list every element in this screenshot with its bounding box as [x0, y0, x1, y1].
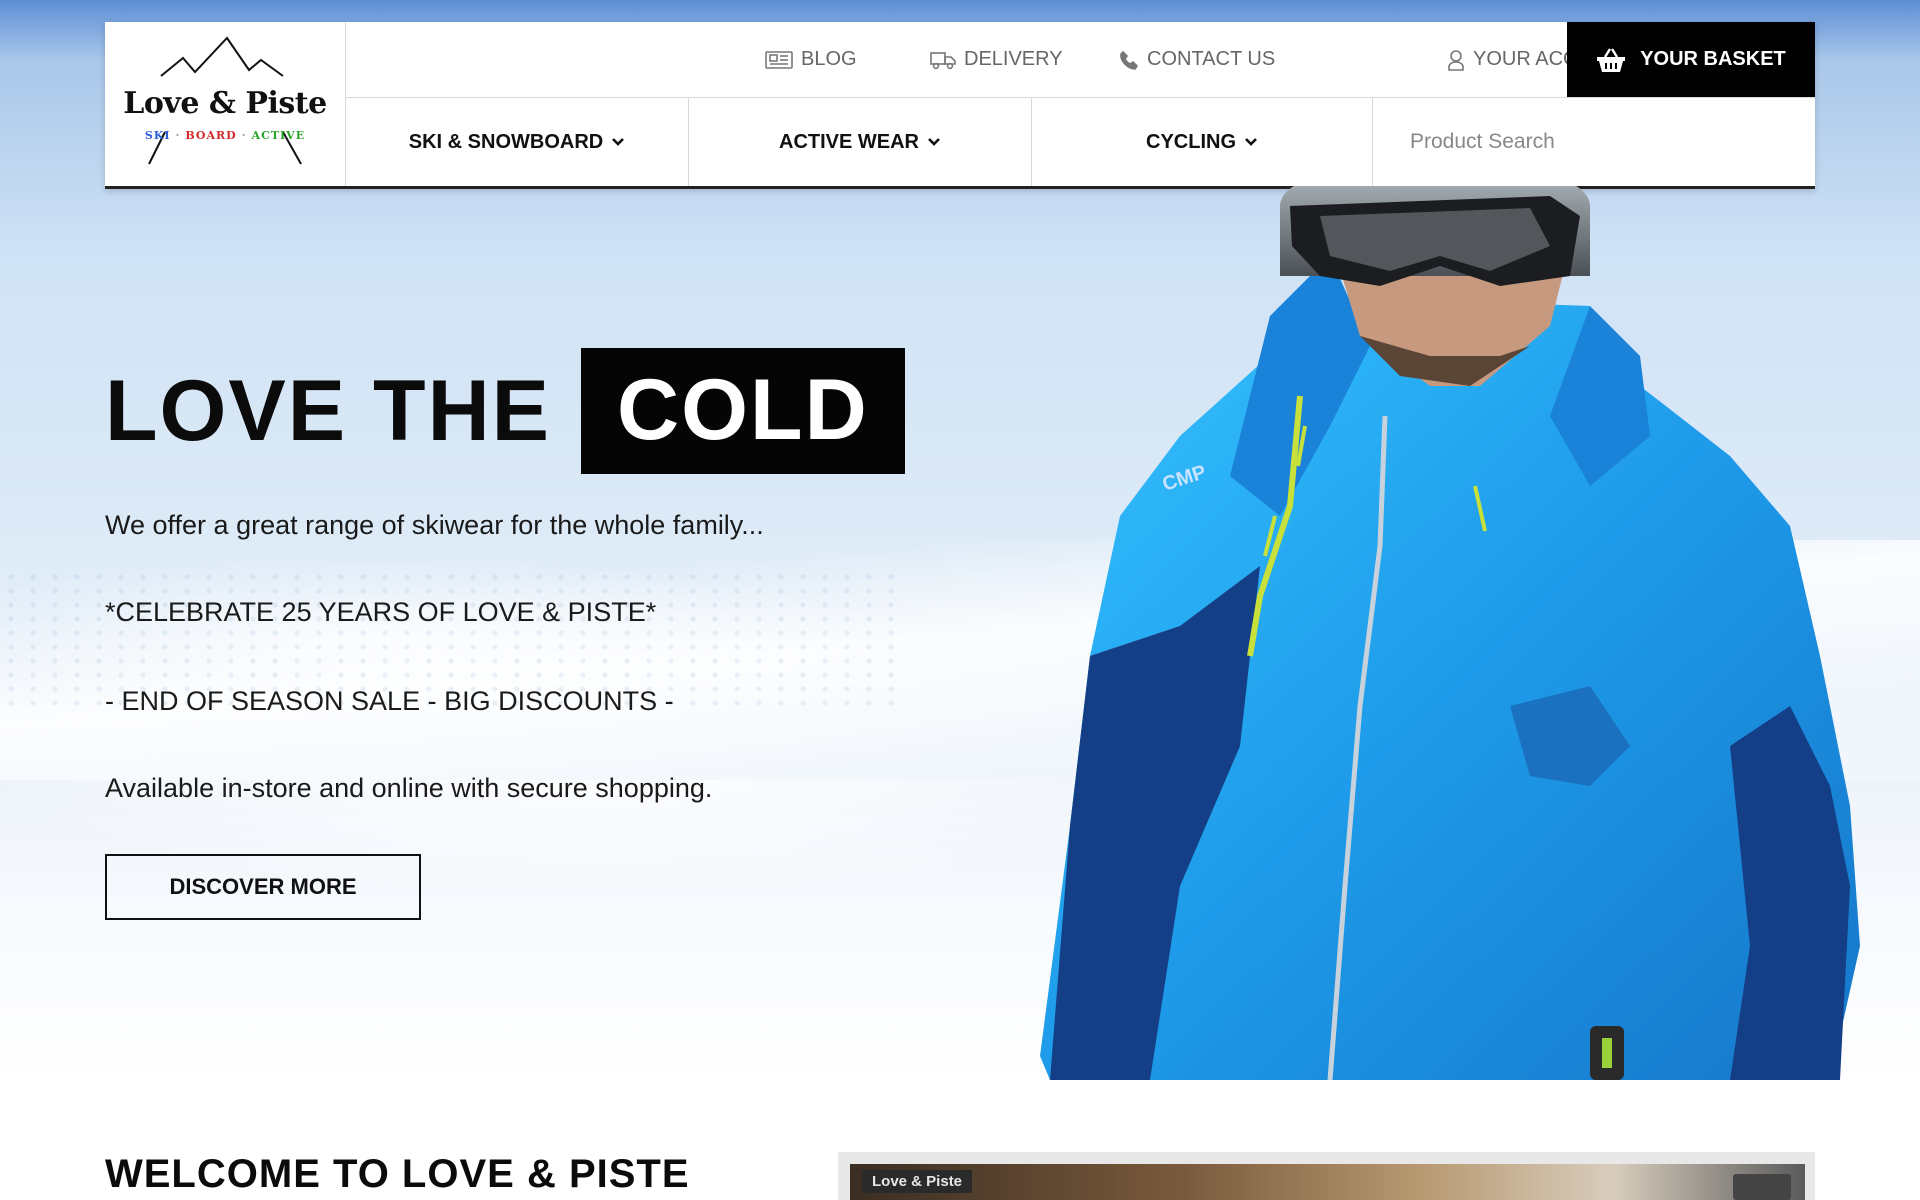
basket-label: YOUR BASKET: [1640, 48, 1786, 70]
blog-label: BLOG: [801, 48, 857, 70]
delivery-link[interactable]: DELIVERY: [930, 22, 1063, 97]
search-input[interactable]: [1392, 129, 1792, 155]
logo-tag-ski: SKI: [144, 129, 171, 142]
nav-active-wear[interactable]: ACTIVE WEAR: [689, 98, 1032, 186]
blog-link[interactable]: BLOG: [765, 22, 857, 97]
phone-icon: [1120, 50, 1139, 70]
contact-label: CONTACT US: [1147, 48, 1276, 70]
headline-boxed: COLD: [581, 348, 905, 474]
logo-tag-board: BOARD: [185, 129, 237, 142]
nav-label: ACTIVE WEAR: [779, 130, 919, 153]
chevron-down-icon: [928, 138, 940, 146]
hero-tagline: We offer a great range of skiwear for th…: [105, 510, 764, 540]
site-header: Love & Piste SKI · BOARD · ACTIVE BLOG DELIV…: [105, 22, 1815, 189]
discover-more-button[interactable]: DISCOVER MORE: [105, 854, 421, 920]
utility-bar: BLOG DELIVERY CONTACT US YOUR ACCOUNT YO…: [346, 22, 1815, 98]
hero-anniversary: *CELEBRATE 25 YEARS OF LOVE & PISTE*: [105, 597, 657, 627]
main-nav: SKI & SNOWBOARD ACTIVE WEAR CYCLING: [346, 98, 1815, 186]
logo-name: Love & Piste: [123, 86, 327, 121]
newspaper-icon: [765, 50, 793, 69]
nav-ski-snowboard[interactable]: SKI & SNOWBOARD: [346, 98, 689, 186]
headline-plain: LOVE THE: [105, 362, 552, 459]
logo-tagline: SKI · BOARD · ACTIVE: [144, 129, 306, 142]
video-label: Love & Piste: [862, 1170, 973, 1193]
basket-button[interactable]: YOUR BASKET: [1567, 22, 1815, 97]
nav-label: CYCLING: [1146, 130, 1236, 153]
basket-icon: [1597, 47, 1626, 72]
nav-cycling[interactable]: CYCLING: [1032, 98, 1373, 186]
hero-availability: Available in-store and online with secur…: [105, 773, 713, 803]
logo[interactable]: Love & Piste SKI · BOARD · ACTIVE: [105, 22, 346, 186]
chevron-down-icon: [1245, 138, 1257, 146]
store-video[interactable]: Love & Piste: [838, 1152, 1815, 1200]
contact-link[interactable]: CONTACT US: [1119, 22, 1275, 97]
hero-headline: LOVE THE COLD: [105, 348, 905, 474]
skier-hero-image: CMP: [1040, 186, 1860, 1080]
user-icon: [1448, 49, 1464, 71]
logo-tag-active: ACTIVE: [251, 129, 306, 142]
truck-icon: [930, 51, 956, 69]
hero-sale: - END OF SEASON SALE - BIG DISCOUNTS -: [105, 686, 674, 716]
nav-label: SKI & SNOWBOARD: [408, 130, 604, 153]
video-control-icon[interactable]: [1733, 1174, 1791, 1200]
video-thumbnail: Love & Piste: [850, 1164, 1805, 1200]
chevron-down-icon: [612, 138, 625, 146]
product-search: [1392, 98, 1815, 186]
delivery-label: DELIVERY: [964, 48, 1063, 70]
welcome-heading: WELCOME TO LOVE & PISTE: [105, 1152, 690, 1196]
